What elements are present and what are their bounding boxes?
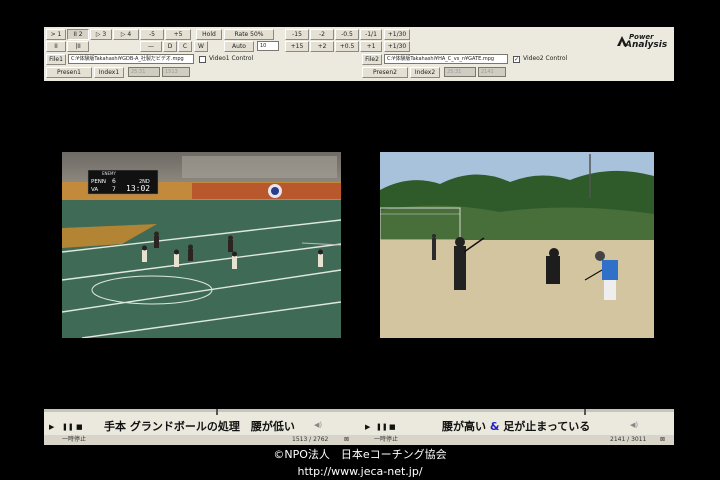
pause-button[interactable]: II: [46, 41, 66, 52]
team2-score: 7: [112, 186, 116, 193]
pause-2-button[interactable]: II 2: [67, 29, 89, 40]
video2-seek-thumb[interactable]: [584, 409, 586, 415]
video2-player[interactable]: [380, 152, 654, 338]
minus-05-button[interactable]: -0.5: [335, 29, 359, 40]
video2-seek-track[interactable]: [362, 409, 674, 412]
file1-path-field[interactable]: C:¥体験版Takahashi¥GDB-A_社製だビデオ.mpg: [68, 54, 194, 64]
video2-subtitle: 腰が高い & 足が止まっている: [442, 418, 590, 434]
video2-frame: [380, 152, 654, 338]
video2-control-checkbox[interactable]: ✓: [513, 56, 520, 63]
file2-button[interactable]: File2: [362, 54, 382, 65]
game-clock: 13:02: [126, 184, 150, 193]
w-button[interactable]: W: [194, 41, 208, 52]
video1-control-label: Video1 Control: [209, 55, 254, 62]
video1-player[interactable]: ENEMY PENN 6 VA 7 2ND 13:02: [62, 152, 341, 338]
video1-seek-track[interactable]: [44, 409, 362, 412]
plus-frame-button[interactable]: +1/30: [384, 29, 410, 40]
minus-15-button[interactable]: -15: [285, 29, 309, 40]
hold-button[interactable]: Hold: [196, 29, 222, 40]
file1-button[interactable]: File1: [46, 54, 66, 65]
video1-play-icon[interactable]: ▶: [49, 423, 54, 431]
video1-fullscreen-icon[interactable]: ⊠: [344, 435, 349, 445]
play-3-button[interactable]: ▷ 3: [90, 29, 112, 40]
plus-frame-2-button[interactable]: +1/30: [384, 41, 410, 52]
video2-fullscreen-icon[interactable]: ⊠: [660, 435, 665, 445]
video1-frame: ENEMY PENN 6 VA 7 2ND 13:02: [62, 152, 341, 338]
file2-path-field[interactable]: C:¥体験版Takahashi¥HA_C_vs_n¥GATE.mpg: [384, 54, 508, 64]
footer-url[interactable]: http://www.jeca-net.jp/: [0, 465, 720, 479]
video2-subtitle-amp: &: [489, 420, 500, 433]
c-button[interactable]: C: [178, 41, 192, 52]
index2-button[interactable]: Index2: [410, 67, 440, 78]
plus-1-button[interactable]: +1: [360, 41, 382, 52]
video2-status-strip: 一時停止 2141 / 3011 ⊠: [362, 435, 674, 445]
auto-button[interactable]: Auto: [224, 41, 254, 52]
video2-pause-icon[interactable]: ❚❚: [376, 423, 388, 431]
plus-5-button[interactable]: +5: [165, 29, 191, 40]
plus-2-button[interactable]: +2: [310, 41, 334, 52]
video1-pause-icon[interactable]: ❚❚: [62, 423, 74, 431]
d-button[interactable]: D: [163, 41, 177, 52]
control-panel: > 1 II 2 ▷ 3 ▷ 4 -5 +5 Hold Rate 50% -15…: [44, 27, 674, 81]
minus-5-button[interactable]: -5: [140, 29, 164, 40]
video2-status: 一時停止: [374, 436, 399, 443]
video1-stop-icon[interactable]: ■: [76, 423, 83, 431]
step-back-button[interactable]: > 1: [46, 29, 66, 40]
frame-step-button[interactable]: |II: [67, 41, 89, 52]
team1-score: 6: [112, 178, 116, 185]
dash-button[interactable]: —: [140, 41, 162, 52]
video1-seek-thumb[interactable]: [216, 409, 218, 415]
video2-stop-icon[interactable]: ■: [389, 423, 396, 431]
video2-subtitle-part2: 足が止まっている: [503, 420, 591, 433]
video2-play-icon[interactable]: ▶: [365, 423, 370, 431]
video1-volume-icon[interactable]: ◀): [314, 421, 322, 429]
time1-start-field: 25:31: [128, 67, 160, 77]
time2-start-field: 25:31: [444, 67, 476, 77]
video1-playback-bar: ▶ ❚❚ ■ 手本 グランドボールの処理 腰が低い ◀) 一時停止 1513 /…: [44, 409, 362, 445]
video2-volume-icon[interactable]: ◀): [630, 421, 638, 429]
rate-button[interactable]: Rate 50%: [224, 29, 274, 40]
play-4-button[interactable]: ▷ 4: [113, 29, 139, 40]
video1-status: 一時停止: [62, 436, 87, 443]
video2-subtitle-part1: 腰が高い: [442, 420, 486, 433]
video2-playback-bar: ▶ ❚❚ ■ 腰が高い & 足が止まっている ◀) 一時停止 2141 / 30…: [362, 409, 674, 445]
presen2-button[interactable]: Presen2: [362, 67, 408, 78]
plus-05-button[interactable]: +0.5: [335, 41, 359, 52]
video1-counter: 1513 / 2762: [292, 436, 329, 443]
presen1-button[interactable]: Presen1: [46, 67, 92, 78]
minus-frame-button[interactable]: -1/1: [360, 29, 382, 40]
power-analysis-logo: Power Analysis: [616, 33, 672, 51]
score-header: ENEMY: [102, 171, 116, 176]
auto-interval-input[interactable]: 10: [257, 41, 279, 51]
time1-end-field: 1513: [162, 67, 190, 77]
team2-name: VA: [91, 187, 98, 193]
video1-subtitle: 手本 グランドボールの処理 腰が低い: [104, 420, 295, 433]
plus-15-button[interactable]: +15: [285, 41, 309, 52]
video2-counter: 2141 / 3011: [610, 436, 647, 443]
footer-copyright: ©NPO法人 日本eコーチング協会: [273, 448, 447, 461]
team1-name: PENN: [91, 179, 106, 185]
video1-control-checkbox[interactable]: [199, 56, 206, 63]
video2-control-label: Video2 Control: [523, 55, 568, 62]
video1-status-strip: 一時停止 1513 / 2762 ⊠: [44, 435, 362, 445]
logo-line2: Analysis: [625, 40, 668, 50]
minus-2-button[interactable]: -2: [310, 29, 334, 40]
time2-end-field: 2141: [478, 67, 506, 77]
index1-button[interactable]: Index1: [94, 67, 124, 78]
